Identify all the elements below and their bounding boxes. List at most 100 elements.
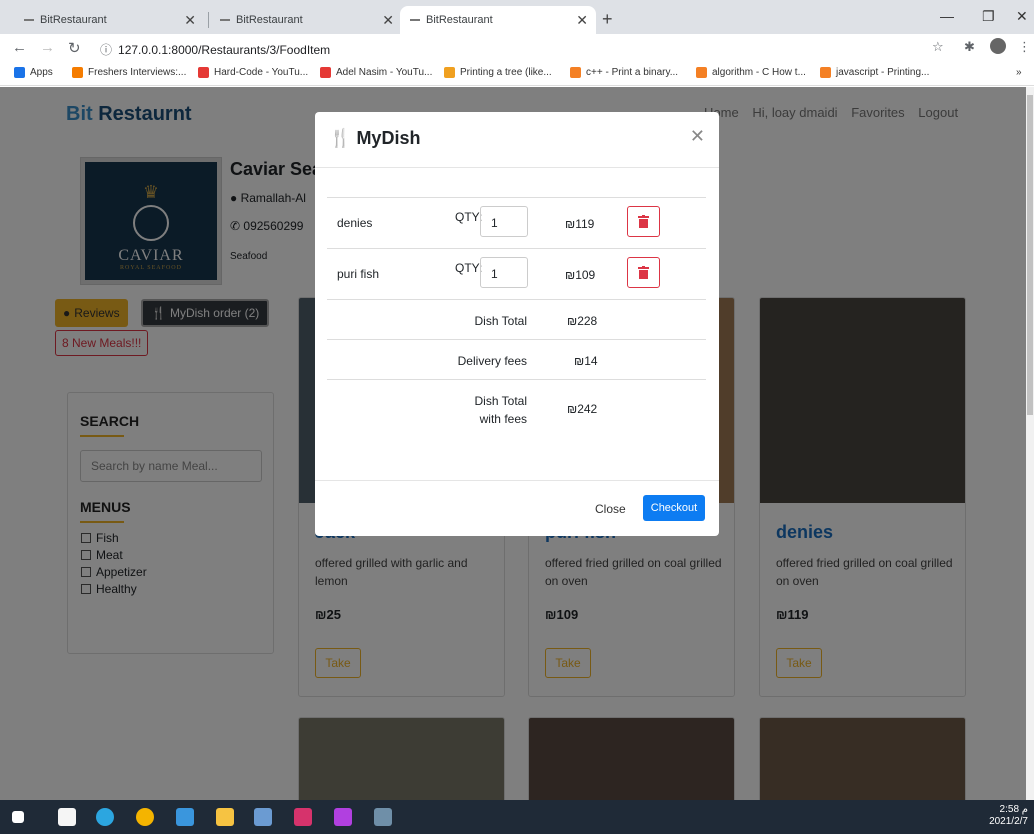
chrome-icon[interactable] (136, 808, 154, 826)
clock-time: 2:58 م (999, 804, 1028, 815)
table-divider (327, 248, 706, 249)
stackoverflow-icon (696, 67, 707, 78)
table-divider (327, 299, 706, 300)
delivery-label: Delivery fees (457, 354, 527, 368)
bookmark-label: Printing a tree (like... (460, 67, 552, 78)
forward-icon[interactable]: → (40, 39, 55, 56)
tab-favicon (410, 19, 420, 21)
remove-item-button[interactable] (627, 257, 660, 288)
browser-tab-strip: BitRestaurant ✕ BitRestaurant ✕ BitResta… (0, 0, 1034, 34)
modal-divider (315, 167, 719, 168)
table-divider (327, 339, 706, 340)
bookmark-item[interactable]: Adel Nasim - YouTu... (320, 67, 432, 78)
close-button[interactable]: Close (595, 502, 626, 516)
grand-total-value: ₪242 (567, 402, 598, 416)
mail-icon[interactable] (176, 808, 194, 826)
blogger-icon (72, 67, 83, 78)
modal-title: 🍴 MyDish (329, 128, 420, 149)
item-price: ₪109 (565, 268, 596, 282)
reload-icon[interactable]: ↻ (68, 39, 81, 57)
bookmark-item[interactable]: Printing a tree (like... (444, 67, 552, 78)
tab-favicon (24, 19, 34, 21)
close-icon[interactable]: ✕ (690, 126, 705, 147)
bookmark-item[interactable]: c++ - Print a binary... (570, 67, 678, 78)
bookmarks-bar: Apps Freshers Interviews:... Hard-Code -… (0, 62, 1034, 86)
bookmark-item[interactable]: Hard-Code - YouTu... (198, 67, 308, 78)
tab-close-icon[interactable]: ✕ (576, 12, 588, 29)
bookmark-item[interactable]: algorithm - C How t... (696, 67, 806, 78)
browser-tab-2[interactable]: BitRestaurant ✕ (210, 6, 402, 34)
url-field[interactable]: ⓘ 127.0.0.1:8000/Restaurants/3/FoodItem (100, 41, 330, 58)
tab-close-icon[interactable]: ✕ (184, 12, 196, 29)
store-icon[interactable] (58, 808, 76, 826)
windows-taskbar: 2:58 م 2021/2/7 (0, 800, 1034, 834)
qty-label: QTY: (455, 210, 483, 224)
menu-dots-icon[interactable]: ⋮ (1018, 39, 1031, 55)
bookmark-label: Freshers Interviews:... (88, 67, 187, 78)
dish-total-label: Dish Total (474, 314, 527, 328)
file-explorer-icon[interactable] (216, 808, 234, 826)
grand-total-label-line1: Dish Total (474, 394, 527, 408)
scrollbar-thumb[interactable] (1027, 95, 1033, 415)
browser-tab-1[interactable]: BitRestaurant ✕ (14, 6, 204, 34)
close-window-icon[interactable]: ✕ (1016, 8, 1028, 25)
youtube-icon (320, 67, 331, 78)
checkout-button[interactable]: Checkout (643, 495, 705, 521)
bookmark-label: Adel Nasim - YouTu... (336, 67, 433, 78)
clock-date: 2021/2/7 (989, 816, 1028, 827)
tab-favicon (220, 19, 230, 21)
youtube-icon (198, 67, 209, 78)
profile-avatar[interactable] (990, 38, 1006, 54)
modal-title-text: MyDish (356, 128, 421, 148)
item-price: ₪119 (565, 217, 595, 231)
page-content: Bit Restaurnt Home Hi, loay dmaidi Favor… (0, 87, 1026, 800)
info-icon[interactable]: ⓘ (100, 43, 112, 57)
bookmarks-overflow-icon[interactable]: » (1016, 67, 1022, 78)
tab-close-icon[interactable]: ✕ (382, 12, 394, 29)
back-icon[interactable]: ← (12, 39, 27, 56)
tab-separator (208, 12, 209, 28)
edge-icon[interactable] (96, 808, 114, 826)
item-name: denies (337, 216, 373, 230)
mydish-modal: 🍴 MyDish ✕ denies QTY: 1 ₪119 puri fish … (315, 112, 719, 536)
item-name: puri fish (337, 267, 380, 281)
tab-label: BitRestaurant (236, 14, 303, 26)
grand-total-label: Dish Total with fees (447, 392, 527, 428)
bookmark-label: algorithm - C How t... (712, 67, 806, 78)
restore-icon[interactable]: ❐ (982, 8, 995, 25)
qty-input[interactable]: 1 (480, 257, 528, 288)
url-text: 127.0.0.1:8000/Restaurants/3/FoodItem (118, 43, 331, 57)
delivery-value: ₪14 (574, 354, 598, 368)
bookmark-item[interactable]: Freshers Interviews:... (72, 67, 186, 78)
bookmark-label: c++ - Print a binary... (586, 67, 679, 78)
trash-icon (638, 266, 649, 279)
bookmark-label: Apps (30, 67, 53, 78)
notepad-icon[interactable] (254, 808, 272, 826)
page-scrollbar[interactable] (1026, 87, 1034, 800)
tab-label: BitRestaurant (426, 14, 493, 26)
address-bar: ← → ↻ ⓘ 127.0.0.1:8000/Restaurants/3/Food… (0, 34, 1034, 62)
bookmark-label: javascript - Printing... (836, 67, 930, 78)
remove-item-button[interactable] (627, 206, 660, 237)
browser-tab-3[interactable]: BitRestaurant ✕ (400, 6, 596, 34)
phpstorm-icon[interactable] (334, 808, 352, 826)
apps-icon (14, 67, 25, 78)
trash-icon (638, 215, 649, 228)
bookmark-star-icon[interactable]: ☆ (932, 39, 944, 55)
stackoverflow-icon (570, 67, 581, 78)
qty-input[interactable]: 1 (480, 206, 528, 237)
bookmark-item[interactable]: javascript - Printing... (820, 67, 929, 78)
minimize-icon[interactable]: — (940, 8, 954, 24)
dish-total-value: ₪228 (567, 314, 598, 328)
new-tab-icon[interactable]: + (602, 9, 613, 30)
table-divider (327, 379, 706, 380)
system-clock[interactable]: 2:58 م 2021/2/7 (989, 804, 1028, 828)
grand-total-label-line2: with fees (479, 412, 527, 426)
app-icon[interactable] (374, 808, 392, 826)
windows-start-icon[interactable] (12, 811, 24, 823)
extensions-icon[interactable]: ✱ (964, 39, 975, 55)
table-divider (327, 197, 706, 198)
bookmark-apps[interactable]: Apps (14, 67, 53, 78)
stackoverflow-icon (820, 67, 831, 78)
codeblocks-icon[interactable] (294, 808, 312, 826)
